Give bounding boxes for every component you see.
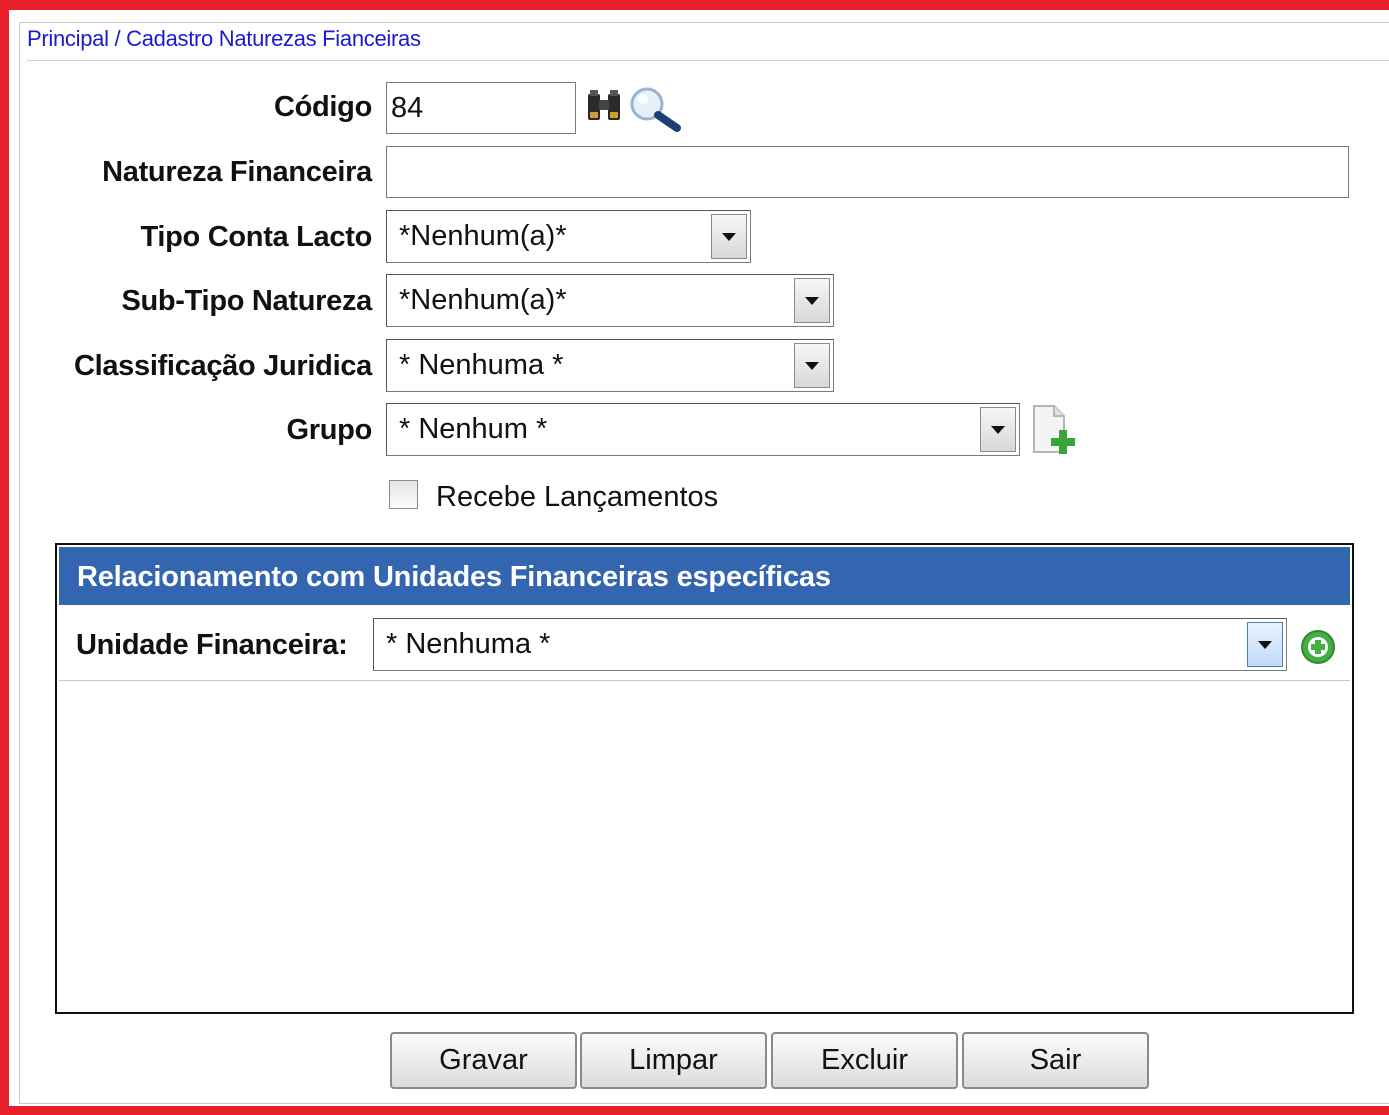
grupo-select[interactable]: * Nenhum * (386, 403, 1020, 456)
panel-header: Relacionamento com Unidades Financeiras … (59, 547, 1350, 605)
tipo-conta-value: *Nenhum(a)* (399, 220, 567, 252)
unidade-select[interactable]: * Nenhuma * (373, 618, 1287, 671)
grupo-value: * Nenhum * (399, 413, 548, 445)
panel-title: Relacionamento com Unidades Financeiras … (77, 561, 831, 593)
excluir-button[interactable]: Excluir (771, 1032, 958, 1089)
chevron-down-icon[interactable] (794, 278, 830, 323)
breadcrumb[interactable]: Principal / Cadastro Naturezas Fianceira… (27, 26, 421, 52)
limpar-button[interactable]: Limpar (580, 1032, 767, 1089)
gravar-button[interactable]: Gravar (390, 1032, 577, 1089)
add-circle-icon[interactable] (1299, 628, 1337, 671)
tipo-conta-select[interactable]: *Nenhum(a)* (386, 210, 751, 263)
add-document-icon[interactable] (1030, 404, 1080, 463)
natureza-label: Natureza Financeira (102, 156, 372, 188)
chevron-down-icon[interactable] (794, 343, 830, 388)
codigo-label: Código (273, 91, 372, 123)
tipo-conta-label: Tipo Conta Lacto (140, 221, 373, 253)
grupo-label: Grupo (286, 414, 373, 446)
classificacao-select[interactable]: * Nenhuma * (386, 339, 834, 392)
unidade-label: Unidade Financeira: (76, 629, 348, 661)
classificacao-label: Classificação Juridica (73, 350, 372, 382)
binoculars-icon[interactable] (585, 88, 623, 129)
sub-tipo-label: Sub-Tipo Natureza (121, 285, 372, 317)
recebe-checkbox[interactable] (389, 480, 418, 509)
chevron-down-icon[interactable] (1247, 622, 1283, 667)
sub-tipo-value: *Nenhum(a)* (399, 284, 567, 316)
unidades-panel: Relacionamento com Unidades Financeiras … (55, 543, 1354, 1014)
classificacao-value: * Nenhuma * (399, 349, 564, 381)
natureza-input[interactable] (386, 146, 1349, 198)
codigo-input[interactable] (386, 82, 576, 134)
panel-divider (59, 680, 1350, 681)
unidade-value: * Nenhuma * (386, 628, 551, 660)
magnifier-icon[interactable] (627, 84, 685, 137)
recebe-label[interactable]: Recebe Lançamentos (436, 481, 718, 514)
breadcrumb-divider (27, 60, 1389, 61)
sub-tipo-select[interactable]: *Nenhum(a)* (386, 274, 834, 327)
sair-button[interactable]: Sair (962, 1032, 1149, 1089)
chevron-down-icon[interactable] (711, 214, 747, 259)
chevron-down-icon[interactable] (980, 407, 1016, 452)
